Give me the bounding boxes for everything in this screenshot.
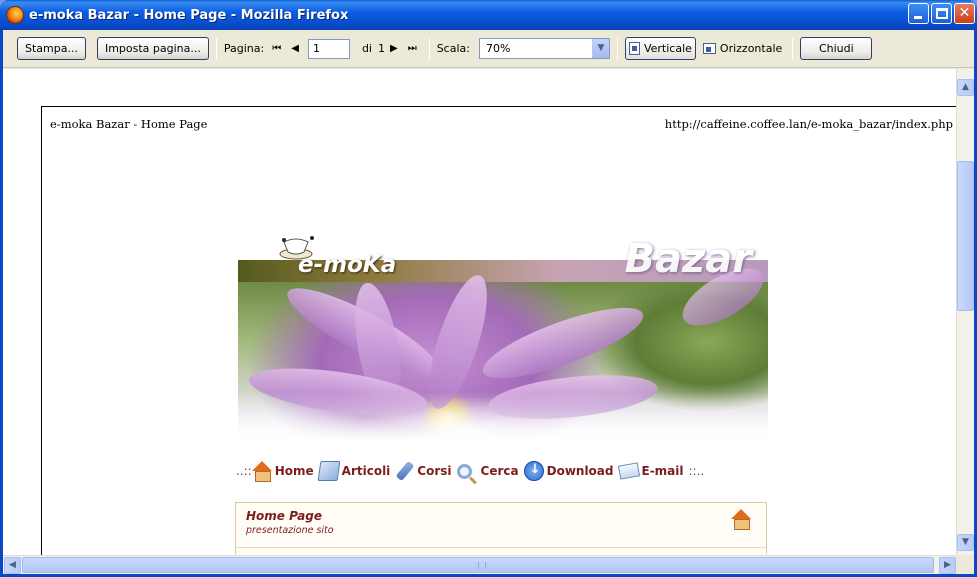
home-icon xyxy=(731,509,751,530)
vertical-scroll-thumb[interactable] xyxy=(957,161,974,311)
vertical-scrollbar[interactable]: ▲ ▼ xyxy=(956,69,974,555)
total-pages: 1 xyxy=(377,42,385,55)
previous-page-icon[interactable]: ◀ xyxy=(291,43,299,54)
horizontal-scrollbar[interactable]: ◀ ▶ xyxy=(3,555,956,574)
close-preview-label: Chiudi xyxy=(818,42,854,55)
nav-item-cerca[interactable]: Cerca xyxy=(456,463,519,479)
page-setup-button[interactable]: Imposta pagina... xyxy=(96,37,209,60)
next-page-icon[interactable]: ▶ xyxy=(390,43,398,54)
toolbar-separator xyxy=(215,37,217,60)
printed-page: e-moka Bazar - Home Page http://caffeine… xyxy=(41,106,963,566)
nav-suffix: ::.. xyxy=(688,464,705,478)
book-icon xyxy=(317,461,341,481)
nav-prefix: ..:: xyxy=(236,464,252,478)
first-page-icon[interactable]: ⏮ xyxy=(272,43,281,54)
print-preview-toolbar: Stampa... Imposta pagina... Pagina: ⏮ ◀ … xyxy=(3,30,974,68)
landscape-page-icon xyxy=(702,43,716,54)
page-number-input[interactable]: 1 xyxy=(307,38,350,59)
landscape-button[interactable]: Orizzontale xyxy=(700,37,785,60)
close-icon: ✕ xyxy=(958,5,971,21)
preview-area[interactable]: e-moka Bazar - Home Page http://caffeine… xyxy=(3,69,963,566)
scale-value: 70% xyxy=(485,42,511,55)
content-divider xyxy=(236,547,766,548)
of-label: di xyxy=(361,42,372,55)
nav-item-home[interactable]: Home xyxy=(251,461,314,482)
nav-item-articoli[interactable]: Articoli xyxy=(317,461,391,481)
page-header-url: http://caffeine.coffee.lan/e-moka_bazar/… xyxy=(664,117,953,131)
chevron-down-icon[interactable]: ▼ xyxy=(591,39,609,58)
nav-item-label: Cerca xyxy=(480,464,519,478)
landscape-label: Orizzontale xyxy=(719,42,783,55)
minimize-icon xyxy=(914,16,922,19)
nav-item-download[interactable]: Download xyxy=(523,461,614,481)
title-bar[interactable]: e-moka Bazar - Home Page - Mozilla Firef… xyxy=(0,0,977,30)
nav-item-label: E-mail xyxy=(641,464,684,478)
site-banner: e-moKa Bazar xyxy=(238,232,768,442)
mail-icon xyxy=(617,462,640,480)
page-setup-label: Imposta pagina... xyxy=(104,42,201,55)
scrollbar-corner xyxy=(956,555,974,574)
grip-icon xyxy=(478,562,486,569)
tools-icon xyxy=(395,460,415,482)
toolbar-separator xyxy=(792,37,794,60)
nav-item-label: Home xyxy=(274,464,314,478)
logo-bazar: Bazar xyxy=(624,236,752,282)
scroll-left-icon[interactable]: ◀ xyxy=(4,557,21,574)
nav-item-corsi[interactable]: Corsi xyxy=(395,460,452,482)
close-preview-button[interactable]: Chiudi xyxy=(800,37,873,60)
content-panel: Home Page presentazione sito xyxy=(235,502,767,554)
scale-select[interactable]: 70% ▼ xyxy=(478,38,610,59)
minimize-button[interactable] xyxy=(908,3,929,24)
portrait-page-icon xyxy=(628,42,640,55)
nav-item-label: Articoli xyxy=(341,464,391,478)
content-title: Home Page xyxy=(246,509,322,523)
search-icon xyxy=(456,463,472,479)
nav-item-email[interactable]: E-mail xyxy=(617,462,684,480)
portrait-button[interactable]: Verticale xyxy=(624,37,696,60)
banner-fade xyxy=(238,392,768,442)
scroll-right-icon[interactable]: ▶ xyxy=(939,557,956,574)
window-title: e-moka Bazar - Home Page - Mozilla Firef… xyxy=(29,7,349,23)
page-header-title: e-moka Bazar - Home Page xyxy=(50,117,208,131)
close-window-button[interactable]: ✕ xyxy=(954,3,975,24)
maximize-button[interactable] xyxy=(931,3,952,24)
last-page-icon[interactable]: ⏭ xyxy=(408,43,417,54)
home-icon xyxy=(251,461,272,482)
logo-emoka: e-moKa xyxy=(298,252,397,278)
page-label: Pagina: xyxy=(223,42,265,55)
window-controls: ✕ xyxy=(908,3,975,24)
portrait-label: Verticale xyxy=(643,42,692,55)
horizontal-scroll-thumb[interactable] xyxy=(22,557,934,573)
print-button[interactable]: Stampa... xyxy=(17,37,86,60)
maximize-icon xyxy=(936,8,948,19)
scroll-up-icon[interactable]: ▲ xyxy=(957,79,974,96)
content-subtitle: presentazione sito xyxy=(246,525,334,536)
toolbar-separator xyxy=(428,37,430,60)
firefox-icon xyxy=(6,6,24,24)
toolbar-separator xyxy=(616,37,618,60)
site-nav: ..:: Home Articoli Corsi Cerca Download xyxy=(236,458,796,484)
print-button-label: Stampa... xyxy=(25,42,78,55)
scroll-down-icon[interactable]: ▼ xyxy=(957,534,974,551)
download-icon xyxy=(523,461,544,481)
nav-item-label: Download xyxy=(546,464,614,478)
nav-item-label: Corsi xyxy=(417,464,452,478)
scale-label: Scala: xyxy=(436,42,470,55)
